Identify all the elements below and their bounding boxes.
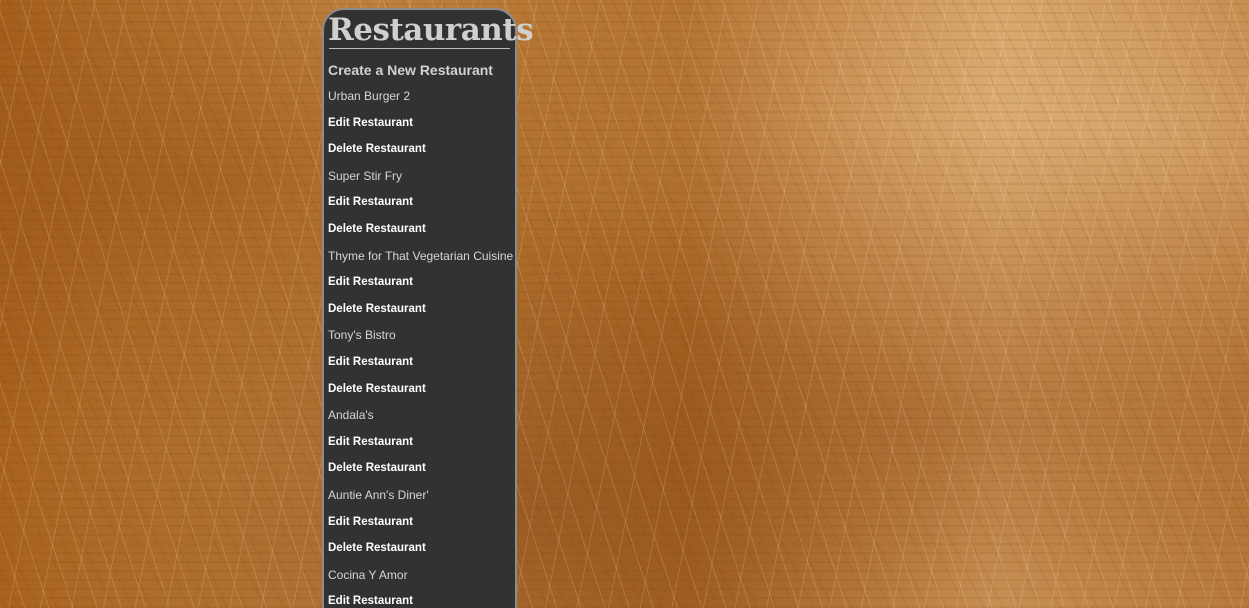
list-item: Auntie Ann's Diner' Edit Restaurant Dele… bbox=[328, 487, 511, 567]
list-item: Thyme for That Vegetarian Cuisine Edit R… bbox=[328, 248, 514, 328]
create-restaurant-link[interactable]: Create a New Restaurant bbox=[328, 62, 511, 79]
list-item: Cocina Y Amor Edit Restaurant bbox=[328, 567, 511, 608]
restaurant-name: Super Stir Fry bbox=[328, 168, 403, 183]
restaurant-name: Urban Burger 2 bbox=[328, 89, 411, 103]
restaurant-name: Thyme for That Vegetarian Cuisine bbox=[328, 248, 514, 263]
delete-restaurant-link[interactable]: Delete Restaurant bbox=[328, 381, 511, 408]
edit-restaurant-link[interactable]: Edit Restaurant bbox=[328, 115, 511, 142]
edit-restaurant-link[interactable]: Edit Restaurant bbox=[328, 434, 511, 461]
list-item: Super Stir Fry Edit Restaurant Delete Re… bbox=[328, 168, 511, 248]
page-title: Restaurants bbox=[328, 12, 534, 48]
list-item: Urban Burger 2 Edit Restaurant Delete Re… bbox=[328, 88, 511, 168]
edit-restaurant-link[interactable]: Edit Restaurant bbox=[328, 354, 511, 381]
delete-restaurant-link[interactable]: Delete Restaurant bbox=[328, 540, 511, 567]
list-item: Andala's Edit Restaurant Delete Restaura… bbox=[328, 407, 511, 487]
restaurant-name: Cocina Y Amor bbox=[328, 567, 408, 582]
list-item: Tony's Bistro Edit Restaurant Delete Res… bbox=[328, 327, 511, 407]
delete-restaurant-link[interactable]: Delete Restaurant bbox=[328, 301, 511, 328]
restaurant-name: Auntie Ann's Diner' bbox=[328, 487, 429, 502]
title-divider bbox=[329, 48, 510, 49]
restaurant-list: Urban Burger 2 Edit Restaurant Delete Re… bbox=[328, 88, 514, 608]
delete-restaurant-link[interactable]: Delete Restaurant bbox=[328, 221, 511, 248]
delete-restaurant-link[interactable]: Delete Restaurant bbox=[328, 460, 511, 487]
page: { "header": { "title": "Restaurants" }, … bbox=[0, 0, 1249, 608]
restaurant-name: Andala's bbox=[328, 408, 374, 423]
edit-restaurant-link[interactable]: Edit Restaurant bbox=[328, 593, 511, 608]
edit-restaurant-link[interactable]: Edit Restaurant bbox=[328, 514, 511, 541]
restaurant-name: Tony's Bistro bbox=[328, 328, 396, 343]
restaurants-panel: Restaurants Create a New Restaurant Urba… bbox=[322, 8, 534, 608]
edit-restaurant-link[interactable]: Edit Restaurant bbox=[328, 274, 511, 301]
edit-restaurant-link[interactable]: Edit Restaurant bbox=[328, 194, 511, 221]
delete-restaurant-link[interactable]: Delete Restaurant bbox=[328, 141, 511, 168]
